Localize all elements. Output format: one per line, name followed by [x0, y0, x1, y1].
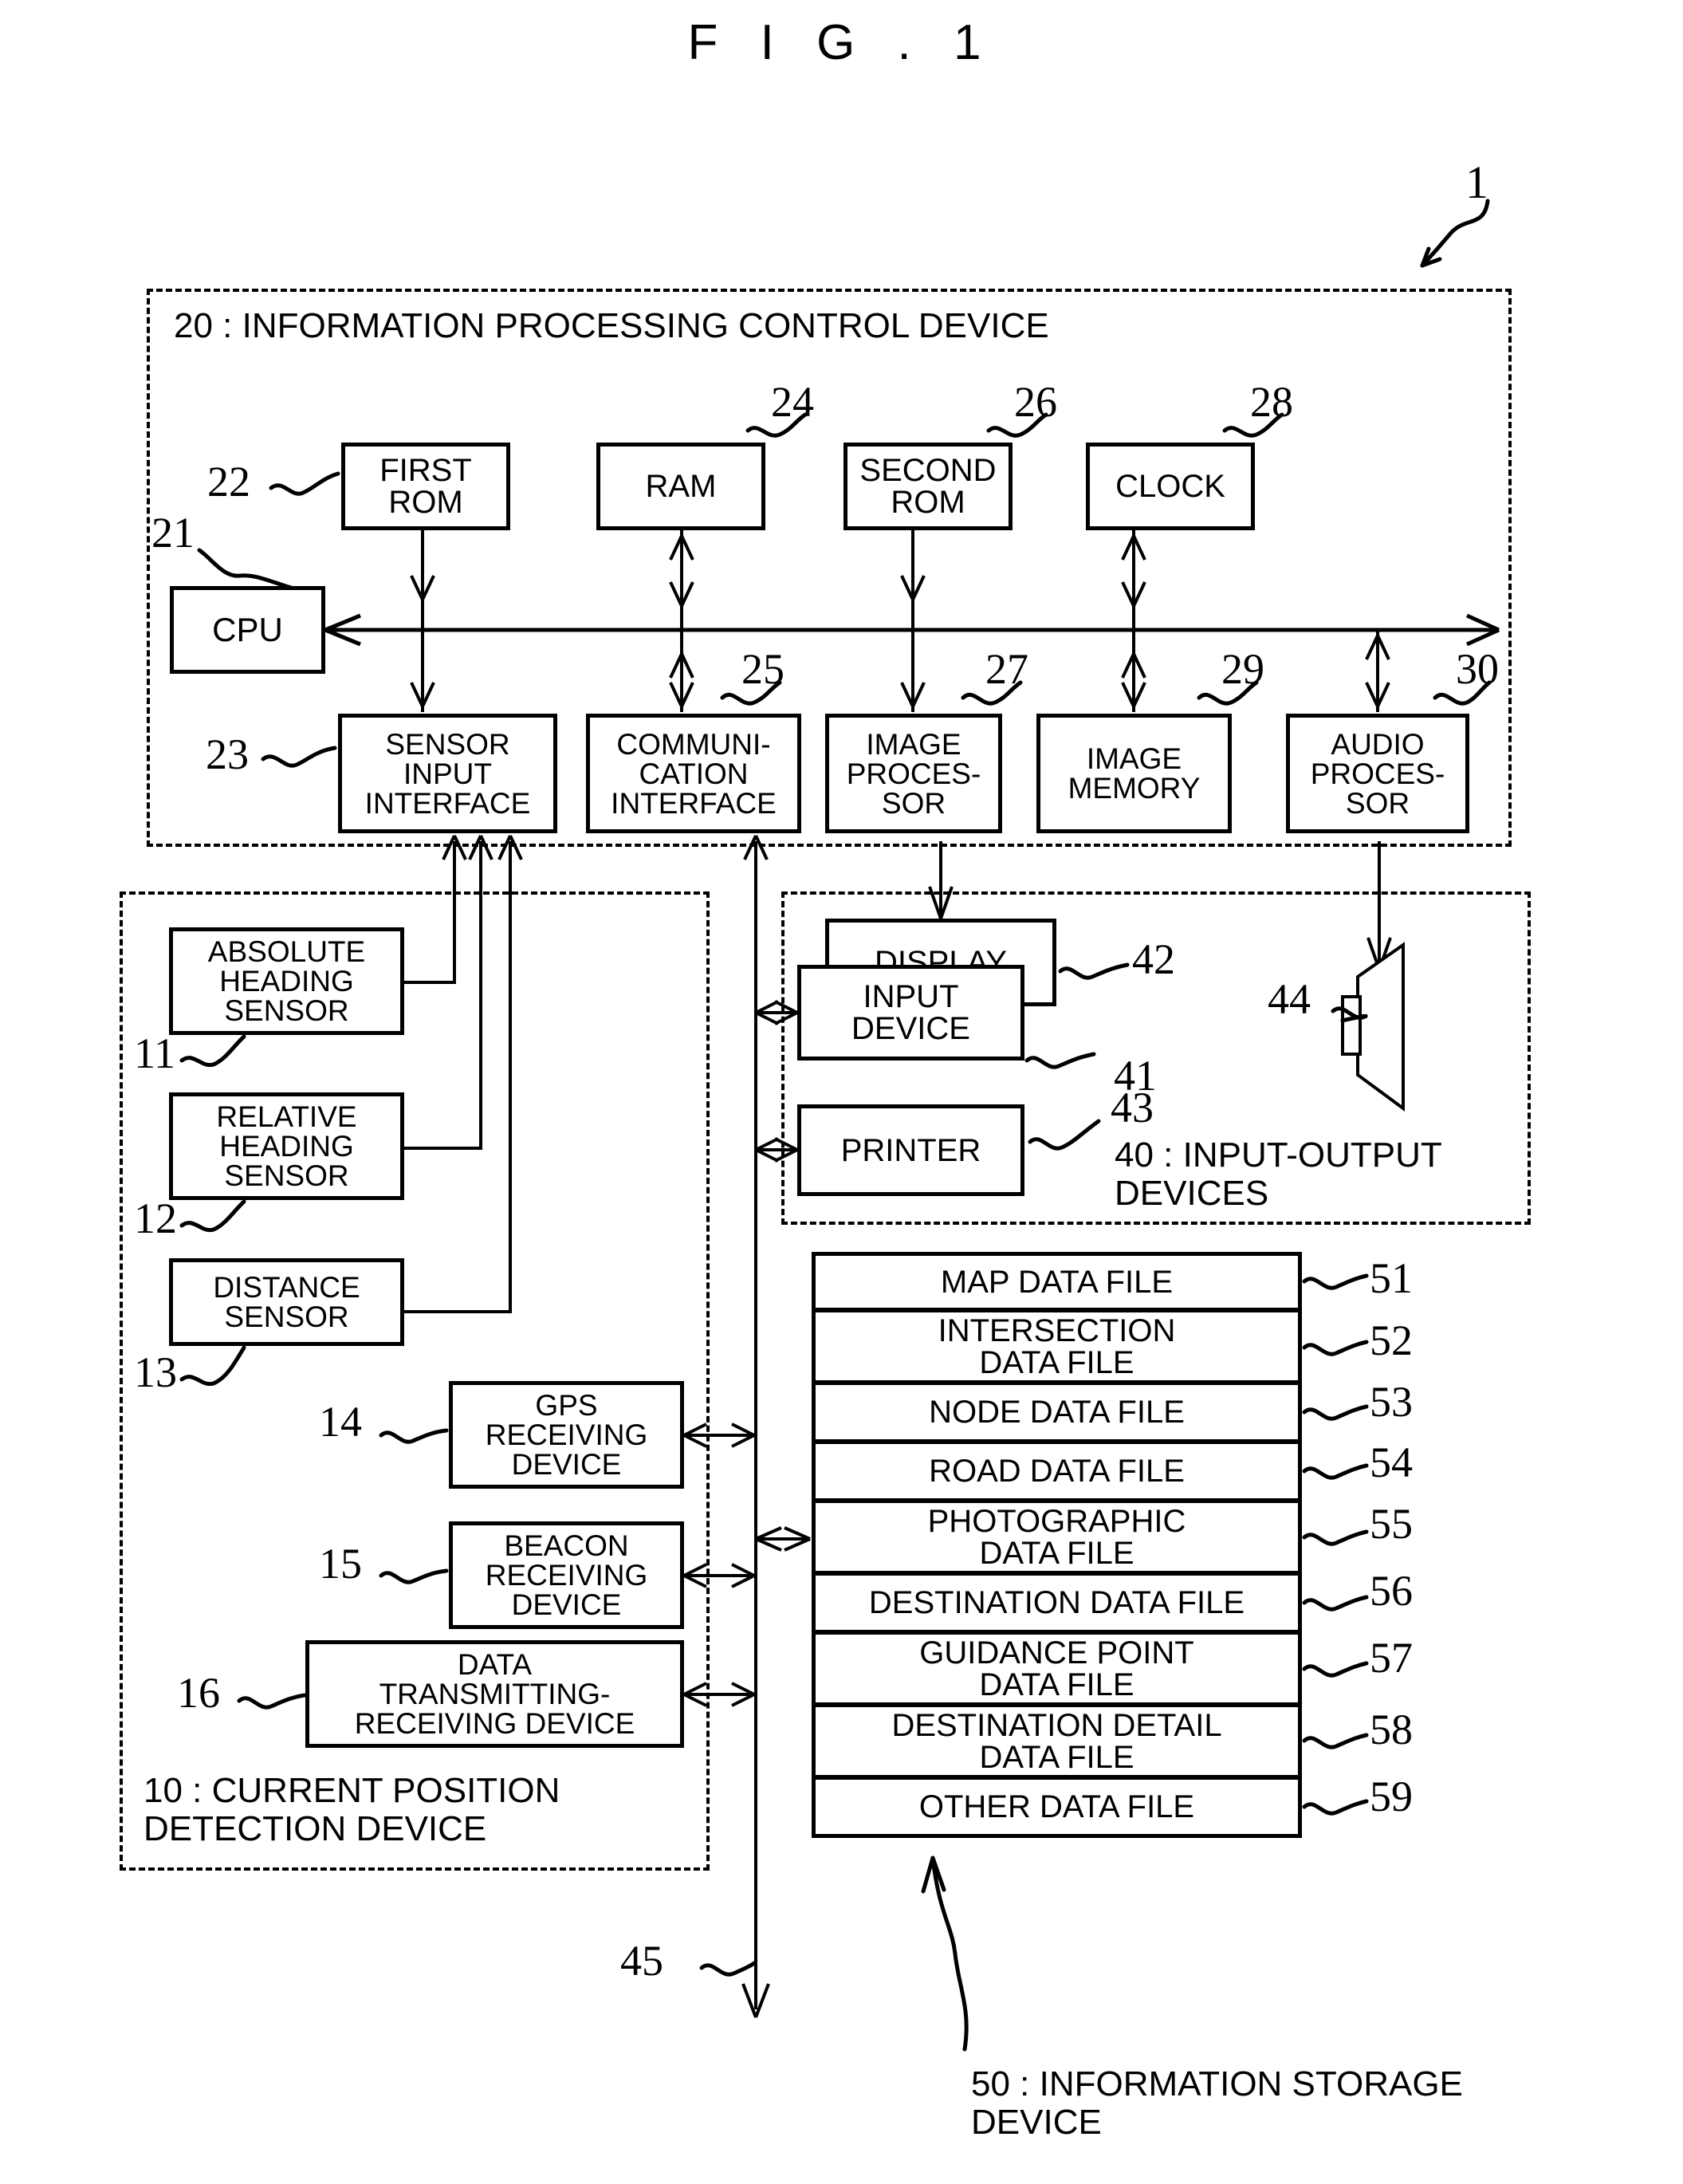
control-device-label: 20 : INFORMATION PROCESSING CONTROL DEVI… [174, 306, 1049, 345]
cpu-box[interactable]: CPU [170, 586, 325, 674]
ref-number-16: 16 [177, 1669, 220, 1717]
ref-number-22: 22 [207, 458, 250, 506]
ref-number-42: 42 [1132, 935, 1175, 983]
distance-sensor-box[interactable]: DISTANCE SENSOR [169, 1258, 404, 1346]
image-memory-box[interactable]: IMAGE MEMORY [1036, 714, 1232, 833]
communication-interface-box[interactable]: COMMUNI- CATION INTERFACE [586, 714, 801, 833]
absolute-heading-sensor-box[interactable]: ABSOLUTE HEADING SENSOR [169, 927, 404, 1035]
printer-box[interactable]: PRINTER [797, 1104, 1024, 1196]
figure-title: F I G . 1 [687, 15, 996, 70]
ref-number-55: 55 [1370, 1500, 1413, 1548]
second-rom-box[interactable]: SECOND ROM [843, 443, 1013, 530]
ref-number-27: 27 [985, 645, 1028, 693]
clock-box[interactable]: CLOCK [1086, 443, 1255, 530]
ref-number-30: 30 [1456, 645, 1499, 693]
ref-number-21: 21 [151, 509, 195, 557]
image-processor-box[interactable]: IMAGE PROCES- SOR [825, 714, 1002, 833]
ref-number-51: 51 [1370, 1254, 1413, 1302]
storage-device-label: 50 : INFORMATION STORAGE DEVICE [971, 2064, 1463, 2142]
ref-number-11: 11 [134, 1029, 175, 1077]
road-data-file-box[interactable]: ROAD DATA FILE [812, 1440, 1302, 1502]
photographic-data-file-box[interactable]: PHOTOGRAPHIC DATA FILE [812, 1499, 1302, 1575]
io-devices-label: 40 : INPUT-OUTPUT DEVICES [1115, 1135, 1442, 1213]
ref-number-23: 23 [206, 730, 249, 778]
intersection-data-file-box[interactable]: INTERSECTION DATA FILE [812, 1308, 1302, 1384]
ram-box[interactable]: RAM [596, 443, 765, 530]
ref-number-43: 43 [1111, 1084, 1154, 1131]
sensor-input-interface-box[interactable]: SENSOR INPUT INTERFACE [338, 714, 557, 833]
ref-number-25: 25 [741, 645, 784, 693]
ref-number-12: 12 [134, 1194, 177, 1242]
ref-number-53: 53 [1370, 1378, 1413, 1426]
destination-detail-data-file-box[interactable]: DESTINATION DETAIL DATA FILE [812, 1703, 1302, 1779]
gps-receiving-device-box[interactable]: GPS RECEIVING DEVICE [449, 1381, 684, 1489]
node-data-file-box[interactable]: NODE DATA FILE [812, 1381, 1302, 1443]
ref-number-system: 1 [1465, 156, 1488, 208]
map-data-file-box[interactable]: MAP DATA FILE [812, 1252, 1302, 1312]
relative-heading-sensor-box[interactable]: RELATIVE HEADING SENSOR [169, 1092, 404, 1200]
guidance-point-data-file-box[interactable]: GUIDANCE POINT DATA FILE [812, 1631, 1302, 1706]
ref-number-28: 28 [1250, 378, 1293, 426]
ref-number-13: 13 [134, 1348, 177, 1396]
input-device-box[interactable]: INPUT DEVICE [797, 965, 1024, 1061]
ref-number-59: 59 [1370, 1773, 1413, 1820]
data-transmitting-receiving-device-box[interactable]: DATA TRANSMITTING- RECEIVING DEVICE [305, 1640, 684, 1748]
destination-data-file-box[interactable]: DESTINATION DATA FILE [812, 1572, 1302, 1634]
ref-number-45: 45 [620, 1937, 663, 1985]
audio-processor-box[interactable]: AUDIO PROCES- SOR [1286, 714, 1469, 833]
ref-number-15: 15 [319, 1540, 362, 1588]
ref-number-58: 58 [1370, 1706, 1413, 1753]
ref-number-54: 54 [1370, 1438, 1413, 1486]
other-data-file-box[interactable]: OTHER DATA FILE [812, 1776, 1302, 1838]
ref-number-29: 29 [1221, 645, 1264, 693]
ref-number-52: 52 [1370, 1316, 1413, 1364]
ref-number-24: 24 [771, 378, 814, 426]
ref-number-44: 44 [1268, 975, 1311, 1023]
ref-number-14: 14 [319, 1398, 362, 1446]
ref-number-26: 26 [1014, 378, 1057, 426]
position-device-label: 10 : CURRENT POSITION DETECTION DEVICE [144, 1771, 560, 1848]
ref-number-57: 57 [1370, 1634, 1413, 1682]
first-rom-box[interactable]: FIRST ROM [341, 443, 510, 530]
ref-number-56: 56 [1370, 1567, 1413, 1615]
beacon-receiving-device-box[interactable]: BEACON RECEIVING DEVICE [449, 1521, 684, 1629]
